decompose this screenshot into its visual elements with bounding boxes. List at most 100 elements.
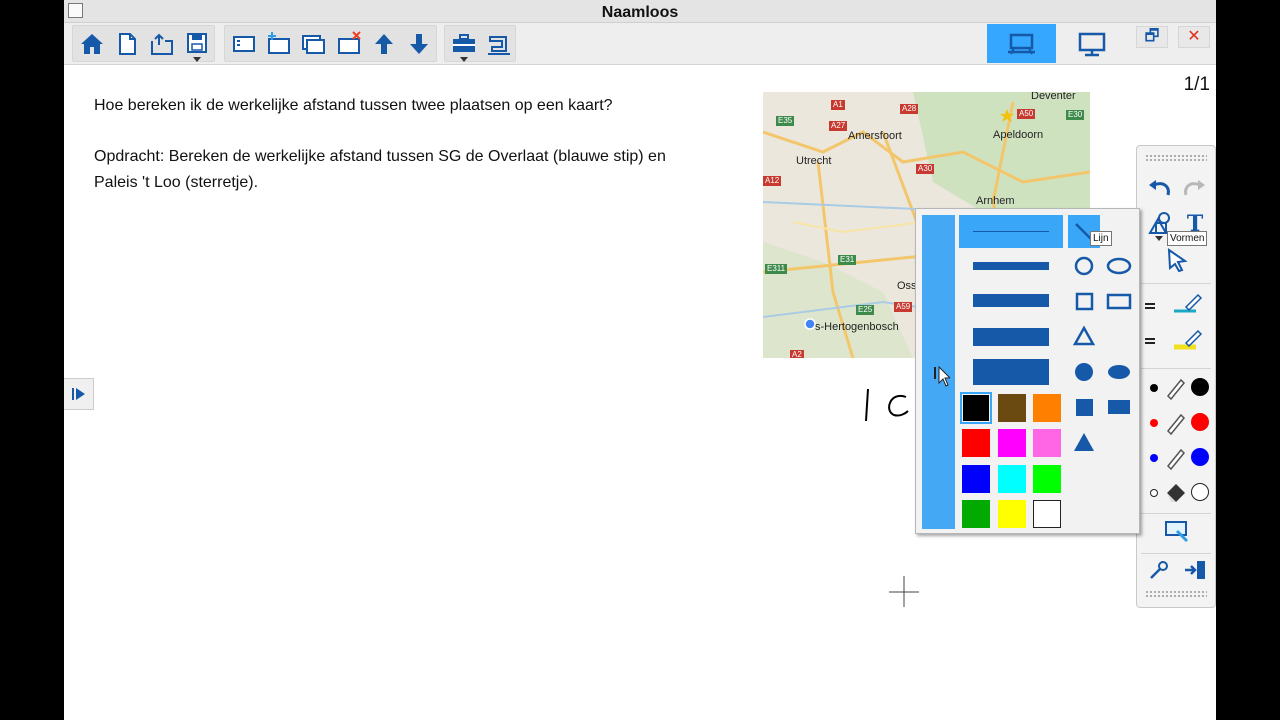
shapes-popup <box>915 208 1140 534</box>
file-group <box>72 25 215 62</box>
color-swatch-white[interactable] <box>1033 500 1061 528</box>
ellipse-filled-icon[interactable] <box>1103 357 1135 387</box>
circle-outline-icon[interactable] <box>1068 251 1100 281</box>
color-swatch-magenta[interactable] <box>998 429 1026 457</box>
highlighter-cyan-icon[interactable] <box>1169 288 1205 320</box>
monitor-view-button[interactable] <box>1058 24 1127 63</box>
highlighter-settings-icon[interactable] <box>1145 303 1155 309</box>
pen-black-icon[interactable] <box>1161 372 1191 404</box>
city-utrecht: Utrecht <box>796 155 832 167</box>
rectangle-filled-icon[interactable] <box>1103 392 1135 422</box>
road-a12: A12 <box>763 176 782 186</box>
tool-panel: T <box>1136 145 1216 608</box>
tools-group <box>444 25 516 62</box>
pen-red-icon[interactable] <box>1161 407 1191 439</box>
road-a27: A27 <box>829 121 848 131</box>
board-view-button[interactable] <box>987 24 1056 63</box>
line-width-option[interactable] <box>959 320 1063 353</box>
color-swatch-blue[interactable] <box>962 465 990 493</box>
road-a50: A50 <box>1017 109 1036 119</box>
city-arnhem: Arnhem <box>976 195 1015 207</box>
exit-icon[interactable] <box>1177 554 1213 586</box>
delete-page-icon[interactable] <box>331 26 366 61</box>
duplicate-page-icon[interactable] <box>296 26 331 61</box>
assignment-text-line1: Opdracht: Bereken de werkelijke afstand … <box>94 148 666 165</box>
eraser-small-dot[interactable] <box>1150 489 1158 497</box>
color-swatch-cyan[interactable] <box>998 465 1026 493</box>
title-bar: Naamloos <box>64 0 1216 23</box>
restore-button[interactable]: 🗗 <box>1136 26 1168 48</box>
pen-red-small-dot[interactable] <box>1150 419 1158 427</box>
page-down-icon[interactable] <box>401 26 436 61</box>
page-up-icon[interactable] <box>366 26 401 61</box>
pen-black-small-dot[interactable] <box>1150 384 1158 392</box>
city-apeldoorn: Apeldoorn <box>993 129 1044 141</box>
square-outline-icon[interactable] <box>1068 286 1100 316</box>
road-e311: E311 <box>765 264 788 274</box>
highlighter-settings-icon-2[interactable] <box>1145 338 1155 344</box>
ellipse-outline-icon[interactable] <box>1103 251 1135 281</box>
select-tool-icon[interactable] <box>1159 244 1195 276</box>
color-swatch-green[interactable] <box>962 500 990 528</box>
color-swatch-black-selected[interactable] <box>960 392 992 424</box>
panel-grip-top[interactable] <box>1145 154 1207 162</box>
toolbox-icon[interactable] <box>446 26 481 62</box>
eraser-large-dot[interactable] <box>1191 483 1209 501</box>
shapes-dropdown-arrow[interactable] <box>1155 236 1163 241</box>
highlighter-yellow-icon[interactable] <box>1169 324 1205 356</box>
line-width-option[interactable] <box>959 284 1063 317</box>
sewing-machine-icon[interactable] <box>481 26 516 61</box>
screen-capture-icon[interactable] <box>1158 514 1194 546</box>
color-swatch-red[interactable] <box>962 429 990 457</box>
open-icon[interactable] <box>144 26 179 61</box>
road-e35: E35 <box>776 116 795 126</box>
blue-dot-marker-icon <box>804 318 816 330</box>
color-swatch-lime[interactable] <box>1033 465 1061 493</box>
popup-side-strip <box>922 215 955 529</box>
line-width-option[interactable] <box>959 355 1063 388</box>
rectangle-outline-icon[interactable] <box>1103 286 1135 316</box>
color-swatch-orange[interactable] <box>1033 394 1061 422</box>
city-deventer: Deventer <box>1031 92 1076 102</box>
line-width-option[interactable] <box>959 249 1063 282</box>
pen-blue-small-dot[interactable] <box>1150 454 1158 462</box>
square-filled-icon[interactable] <box>1068 392 1100 422</box>
monitor-view-icon <box>1078 32 1106 57</box>
pen-black-large-dot[interactable] <box>1191 378 1209 396</box>
settings-tool-icon[interactable] <box>1141 554 1177 586</box>
page-list-icon[interactable] <box>226 26 261 61</box>
panel-grip-bottom[interactable] <box>1145 590 1207 598</box>
color-swatch-yellow[interactable] <box>998 500 1026 528</box>
add-page-icon[interactable] <box>261 26 296 61</box>
question-text: Hoe bereken ik de werkelijke afstand tus… <box>94 97 613 114</box>
color-swatch-pink[interactable] <box>1033 429 1061 457</box>
line-width-option[interactable] <box>959 215 1063 248</box>
home-icon[interactable] <box>74 26 109 61</box>
assignment-text-line2: Paleis 't Loo (sterretje). <box>94 174 259 191</box>
new-page-icon[interactable] <box>109 26 144 61</box>
pen-blue-large-dot[interactable] <box>1191 448 1209 466</box>
pen-blue-icon[interactable] <box>1161 442 1191 474</box>
road-a30: A30 <box>916 164 935 174</box>
close-button[interactable]: ✕ <box>1178 26 1210 48</box>
page-number: 1/1 <box>1183 74 1210 95</box>
expand-right-icon <box>71 388 85 400</box>
road-e30: E30 <box>1066 110 1085 120</box>
undo-icon[interactable] <box>1141 174 1177 206</box>
eraser-icon[interactable] <box>1161 477 1191 509</box>
window-title: Naamloos <box>601 4 679 21</box>
triangle-outline-icon[interactable] <box>1068 321 1100 351</box>
city-oss: Oss <box>897 280 917 292</box>
redo-icon[interactable] <box>1177 174 1213 206</box>
save-icon[interactable] <box>179 26 214 62</box>
road-a28: A28 <box>900 104 919 114</box>
sidebar-expander-button[interactable] <box>64 378 94 410</box>
board-view-icon <box>1008 33 1035 55</box>
color-swatch-brown[interactable] <box>998 394 1026 422</box>
triangle-filled-icon[interactable] <box>1068 427 1100 457</box>
pen-red-large-dot[interactable] <box>1191 413 1209 431</box>
handwriting-stroke <box>865 388 909 422</box>
circle-filled-icon[interactable] <box>1068 357 1100 387</box>
road-a1: A1 <box>831 100 845 110</box>
tooltip-shapes: Vormen <box>1167 231 1208 246</box>
